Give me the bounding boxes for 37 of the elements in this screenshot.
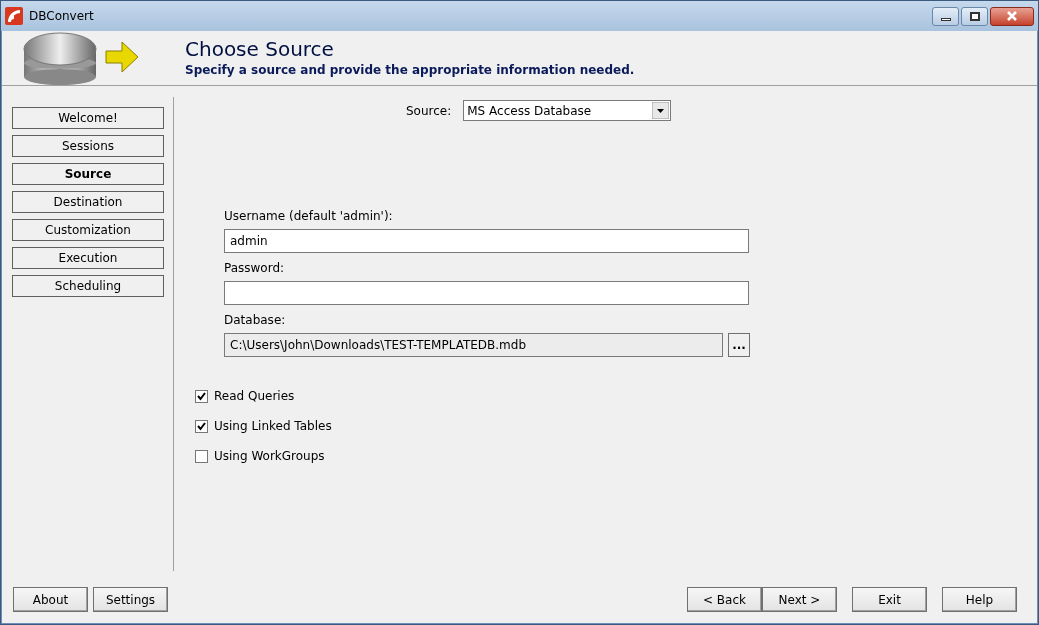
checkbox-label: Using Linked Tables	[214, 418, 332, 435]
nav-button[interactable]: Source	[12, 163, 164, 185]
checkbox-label: Read Queries	[214, 388, 295, 405]
dialog-button[interactable]: < Back	[687, 587, 762, 612]
checkbox-label: Using WorkGroups	[214, 448, 325, 465]
text-field[interactable]	[224, 281, 749, 305]
checkbox[interactable]	[195, 449, 208, 463]
maximize-button[interactable]	[961, 6, 988, 26]
dialog-button[interactable]: Help	[942, 587, 1017, 612]
dialog-button[interactable]: About	[13, 587, 88, 612]
page-subtitle: Specify a source and provide the appropriate information needed.	[185, 62, 635, 79]
window-title: DBConvert	[29, 8, 94, 25]
nav-button[interactable]: Welcome!	[12, 107, 164, 129]
browse-button[interactable]: ...	[728, 333, 750, 357]
checkbox[interactable]	[195, 389, 208, 403]
nav-button[interactable]: Scheduling	[12, 275, 164, 297]
close-button[interactable]	[990, 6, 1034, 26]
nav-button[interactable]: Sessions	[12, 135, 164, 157]
field-label: Database:	[224, 312, 287, 329]
field-label: Username (default 'admin'):	[224, 208, 394, 225]
nav-button[interactable]: Customization	[12, 219, 164, 241]
dialog-button[interactable]: Exit	[852, 587, 927, 612]
nav-button[interactable]: Execution	[12, 247, 164, 269]
minimize-button[interactable]	[932, 6, 959, 26]
text-field[interactable]: admin	[224, 229, 749, 253]
field-label: Password:	[224, 260, 286, 277]
nav-button[interactable]: Destination	[12, 191, 164, 213]
checkbox[interactable]	[195, 419, 208, 433]
app-logo-icon	[5, 7, 23, 25]
source-label: Source:	[406, 102, 452, 120]
database-path-field[interactable]: C:\Users\John\Downloads\TEST-TEMPLATEDB.mdb	[224, 333, 723, 357]
close-icon	[1006, 11, 1018, 21]
dialog-button[interactable]: Settings	[93, 587, 168, 612]
dialog-button[interactable]: Next >	[762, 587, 837, 612]
source-dropdown[interactable]: MS Access Database	[463, 100, 672, 121]
page-title: Choose Source	[185, 37, 335, 61]
dropdown-arrow-icon	[652, 102, 670, 119]
